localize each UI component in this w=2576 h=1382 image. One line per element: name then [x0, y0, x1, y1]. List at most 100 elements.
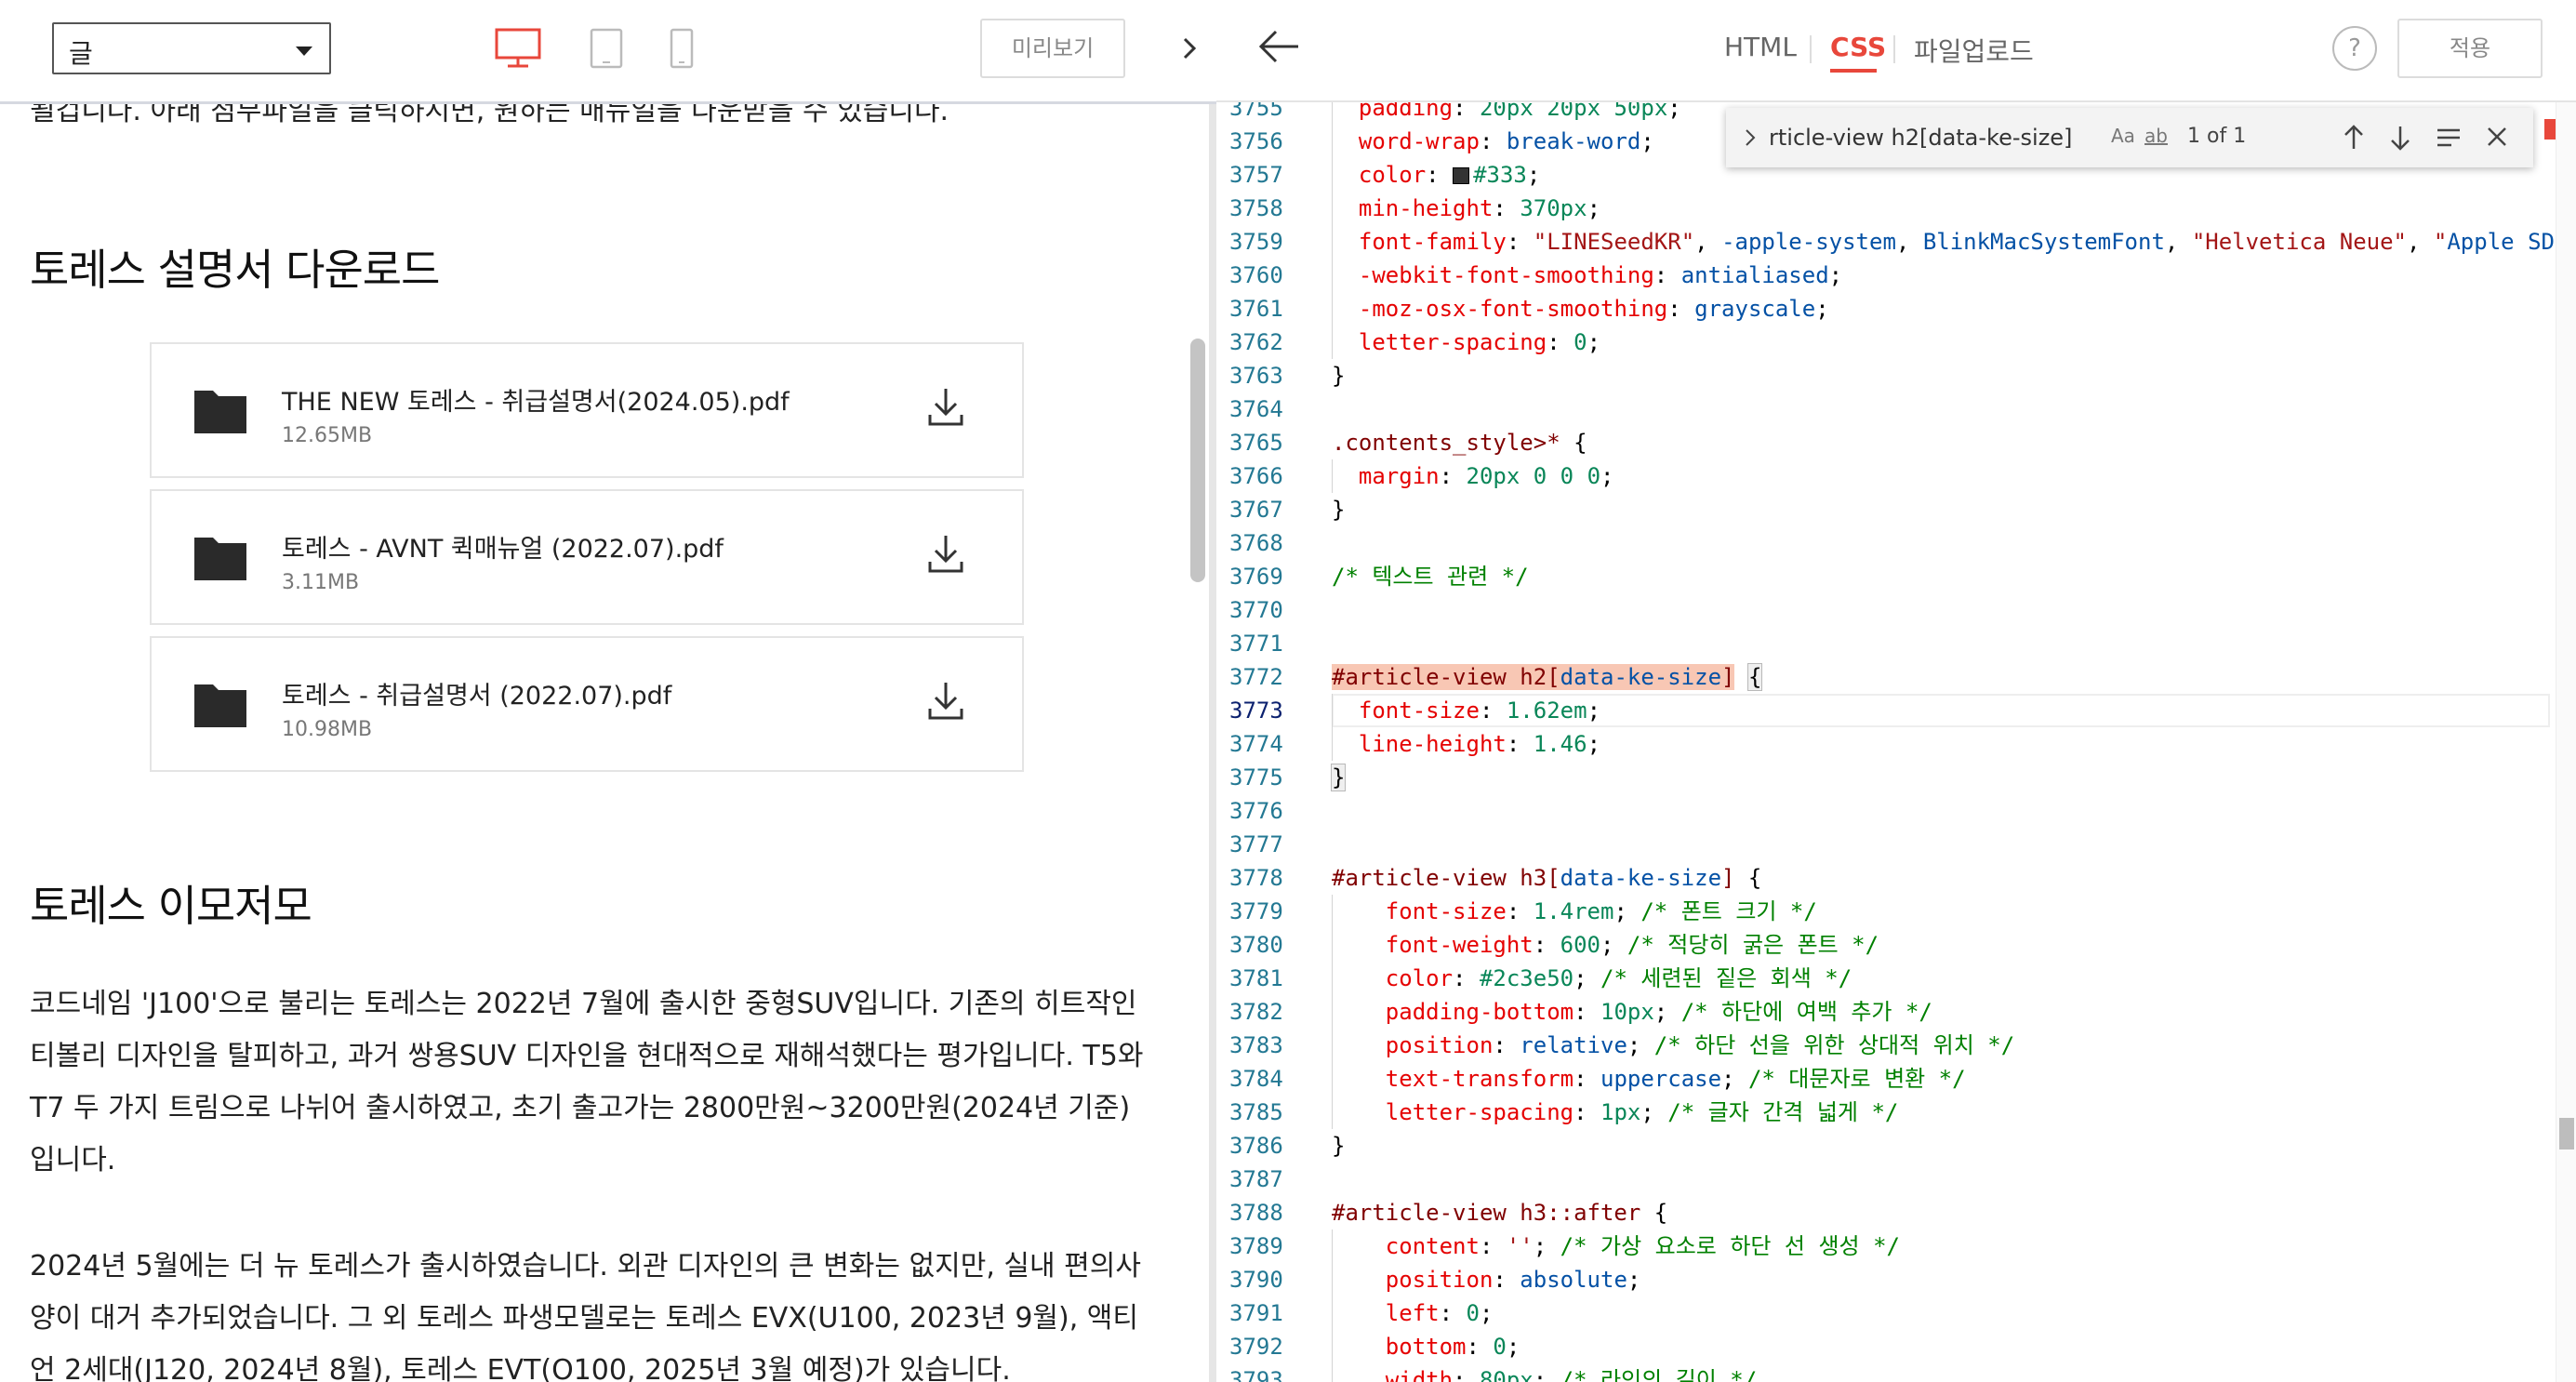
scrollbar-thumb[interactable]: [1190, 339, 1205, 582]
apply-button[interactable]: 적용: [2397, 19, 2543, 78]
code-line[interactable]: 3779 font-size: 1.4rem; /* 폰트 크기 */: [1216, 895, 2556, 928]
code-text: -moz-osx-font-smoothing: grayscale;: [1358, 296, 1829, 322]
line-number: 3785: [1229, 1099, 1283, 1125]
close-icon[interactable]: [2483, 123, 2511, 153]
chevron-right-icon[interactable]: [1174, 32, 1207, 65]
folder-icon: [194, 538, 246, 580]
code-text: content: ''; /* 가상 요소로 하단 선 생성 */: [1385, 1233, 1900, 1259]
code-text: letter-spacing: 0;: [1358, 329, 1601, 355]
code-line[interactable]: 3792 bottom: 0;: [1216, 1330, 2556, 1363]
code-text: padding: 20px 20px 50px;: [1358, 102, 1681, 121]
code-text: #article-view h3[data-ke-size] {: [1332, 865, 1762, 891]
code-line[interactable]: 3787: [1216, 1163, 2556, 1196]
code-line[interactable]: 3782 padding-bottom: 10px; /* 하단에 여백 추가 …: [1216, 995, 2556, 1029]
arrow-down-icon[interactable]: [2386, 123, 2414, 153]
code-line[interactable]: 3788 #article-view h3::after {: [1216, 1196, 2556, 1229]
code-text: }: [1332, 497, 1346, 523]
preview-button[interactable]: 미리보기: [980, 19, 1125, 78]
code-line[interactable]: 3758 min-height: 370px;: [1216, 192, 2556, 225]
mobile-icon[interactable]: [670, 28, 694, 69]
code-line[interactable]: 3791 left: 0;: [1216, 1296, 2556, 1330]
code-line[interactable]: 3761 -moz-osx-font-smoothing: grayscale;: [1216, 292, 2556, 326]
code-line[interactable]: 3789 content: ''; /* 가상 요소로 하단 선 생성 */: [1216, 1229, 2556, 1263]
tab-html[interactable]: HTML: [1724, 32, 1797, 62]
back-arrow-icon[interactable]: [1257, 26, 1302, 67]
code-line[interactable]: 3777: [1216, 828, 2556, 861]
category-select[interactable]: 글: [52, 22, 331, 74]
code-line[interactable]: 3770: [1216, 593, 2556, 627]
code-line[interactable]: 3790 position: absolute;: [1216, 1263, 2556, 1296]
css-code-editor[interactable]: 3755 padding: 20px 20px 50px; 3756 word-w…: [1216, 102, 2576, 1382]
folder-icon: [194, 684, 246, 727]
code-text: color: #333;: [1358, 162, 1541, 188]
download-icon[interactable]: [927, 681, 964, 722]
code-line[interactable]: 3793 width: 80px; /* 라인의 길이 */: [1216, 1363, 2556, 1382]
code-line[interactable]: 3759 font-family: "LINESeedKR", -apple-s…: [1216, 225, 2556, 259]
code-text: word-wrap: break-word;: [1358, 128, 1654, 154]
line-number: 3790: [1229, 1267, 1283, 1293]
scrollbar-thumb[interactable]: [2559, 1118, 2574, 1149]
line-number: 3778: [1229, 865, 1283, 891]
match-whole-word-toggle[interactable]: ab: [2144, 125, 2168, 147]
file-name: THE NEW 토레스 - 취급설명서(2024.05).pdf: [282, 388, 790, 417]
code-line[interactable]: 3768: [1216, 526, 2556, 560]
match-count: 1 of 1: [2187, 125, 2247, 148]
code-line[interactable]: 3785 letter-spacing: 1px; /* 글자 간격 넓게 */: [1216, 1096, 2556, 1129]
code-line[interactable]: 3784 text-transform: uppercase; /* 대문자로 …: [1216, 1062, 2556, 1096]
code-line[interactable]: 3762 letter-spacing: 0;: [1216, 326, 2556, 359]
code-text: /* 텍스트 관련 */: [1332, 564, 1529, 590]
code-line[interactable]: 3774 line-height: 1.46;: [1216, 727, 2556, 761]
line-number: 3793: [1229, 1367, 1283, 1382]
line-number: 3789: [1229, 1233, 1283, 1259]
code-text: letter-spacing: 1px; /* 글자 간격 넓게 */: [1385, 1099, 1899, 1125]
code-line[interactable]: 3771: [1216, 627, 2556, 660]
find-in-selection-icon[interactable]: [2435, 123, 2463, 153]
pane-divider[interactable]: [1209, 0, 1216, 1382]
code-text: font-family: "LINESeedKR", -apple-system…: [1358, 229, 2555, 255]
line-number: 3769: [1229, 564, 1283, 590]
code-line[interactable]: 3773 font-size: 1.62em;: [1216, 694, 2556, 727]
code-line[interactable]: 3786}: [1216, 1129, 2556, 1163]
file-attachment[interactable]: 토레스 - AVNT 퀵매뉴얼 (2022.07).pdf 3.11MB: [150, 489, 1024, 625]
chevron-right-icon[interactable]: [1743, 126, 1758, 149]
article-preview: 될겁니다. 아래 첨부파일을 클릭하시면, 원하는 매뉴얼을 다운받을 수 있습…: [0, 104, 1190, 1382]
code-line[interactable]: 3776: [1216, 794, 2556, 828]
line-number: 3764: [1229, 396, 1283, 422]
editor-scrollbar[interactable]: [2556, 102, 2576, 1382]
line-number: 3768: [1229, 530, 1283, 556]
line-number: 3782: [1229, 999, 1283, 1025]
line-number: 3788: [1229, 1200, 1283, 1226]
code-line[interactable]: 3769 /* 텍스트 관련 */: [1216, 560, 2556, 593]
code-line[interactable]: 3781 color: #2c3e50; /* 세련된 짙은 회색 */: [1216, 962, 2556, 995]
code-line[interactable]: 3763}: [1216, 359, 2556, 392]
arrow-up-icon[interactable]: [2340, 123, 2368, 153]
line-number: 3776: [1229, 798, 1283, 824]
code-line[interactable]: 3772 #article-view h2[data-ke-size] {: [1216, 660, 2556, 694]
code-line[interactable]: 3767}: [1216, 493, 2556, 526]
match-case-toggle[interactable]: Aa: [2111, 125, 2135, 147]
code-line[interactable]: 3766 margin: 20px 0 0 0;: [1216, 459, 2556, 493]
download-icon[interactable]: [927, 534, 964, 575]
article-text-clipped: 될겁니다. 아래 첨부파일을 클릭하시면, 원하는 매뉴얼을 다운받을 수 있습…: [30, 104, 949, 127]
code-line[interactable]: 3783 position: relative; /* 하단 선을 위한 상대적…: [1216, 1029, 2556, 1062]
code-line[interactable]: 3780 font-weight: 600; /* 적당히 굵은 폰트 */: [1216, 928, 2556, 962]
code-text: left: 0;: [1385, 1300, 1494, 1326]
tablet-icon[interactable]: [590, 28, 623, 69]
code-line[interactable]: 3764: [1216, 392, 2556, 426]
download-icon[interactable]: [927, 387, 964, 428]
tab-css[interactable]: CSS: [1830, 32, 1886, 62]
preview-scrollbar[interactable]: [1188, 104, 1209, 1382]
file-attachment[interactable]: 토레스 - 취급설명서 (2022.07).pdf 10.98MB: [150, 636, 1024, 772]
code-text: #article-view h2[data-ke-size] {: [1332, 663, 1763, 691]
code-line[interactable]: 3775}: [1216, 761, 2556, 794]
code-text: }: [1332, 1133, 1346, 1159]
tab-file-upload[interactable]: 파일업로드: [1914, 32, 2034, 69]
help-button[interactable]: ?: [2332, 26, 2377, 71]
file-attachment[interactable]: THE NEW 토레스 - 취급설명서(2024.05).pdf 12.65MB: [150, 342, 1024, 478]
line-number: 3783: [1229, 1032, 1283, 1058]
desktop-icon[interactable]: [495, 28, 541, 69]
code-line[interactable]: 3778 #article-view h3[data-ke-size] {: [1216, 861, 2556, 895]
code-line[interactable]: 3760 -webkit-font-smoothing: antialiased…: [1216, 259, 2556, 292]
code-line[interactable]: 3765 .contents_style>* {: [1216, 426, 2556, 459]
find-input[interactable]: rticle-view h2[data-ke-size]: [1769, 121, 2104, 154]
